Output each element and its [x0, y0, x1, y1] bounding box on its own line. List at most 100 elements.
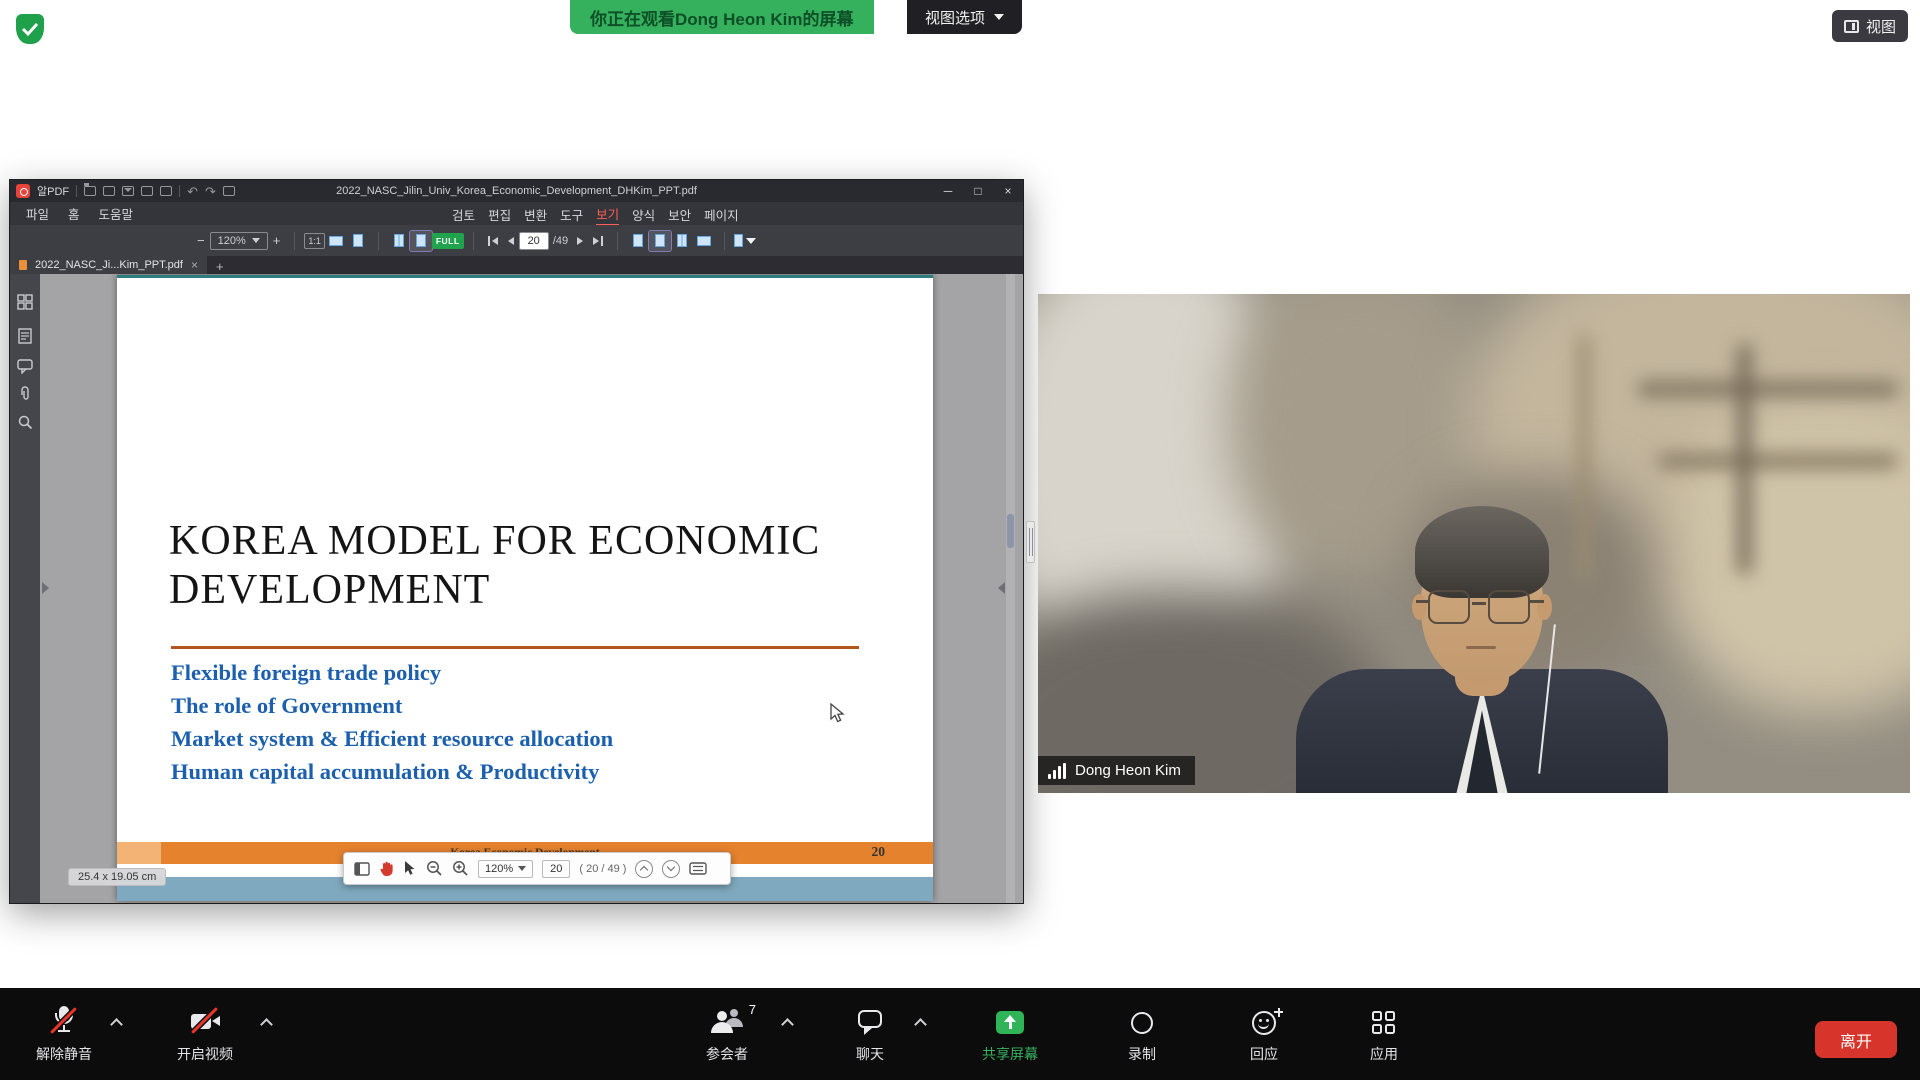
zoom-in-icon[interactable] [452, 860, 469, 877]
view-button[interactable]: 视图 [1832, 10, 1908, 42]
redo-icon[interactable]: ↷ [205, 185, 216, 198]
attachments-icon[interactable] [17, 386, 33, 402]
slide-top-border [117, 275, 933, 278]
slide-title-line1: KOREA MODEL FOR ECONOMIC [169, 517, 820, 566]
record-button[interactable]: 录制 [1100, 1006, 1184, 1064]
zoom-out-icon[interactable] [426, 860, 443, 877]
single-page-mode-button[interactable] [388, 231, 410, 251]
page-number-input[interactable]: 20 [519, 232, 549, 250]
save-icon[interactable] [103, 186, 115, 196]
menu-view-active[interactable]: 보기 [596, 202, 619, 226]
participant-video-feed[interactable]: Dong Heon Kim [1038, 294, 1910, 793]
menu-page[interactable]: 페이지 [704, 203, 739, 225]
start-video-button[interactable]: 开启视频 [150, 1006, 260, 1064]
next-page-button[interactable] [572, 237, 588, 245]
full-screen-button[interactable]: FULL [432, 233, 464, 249]
scrollbar-thumb[interactable] [1007, 514, 1014, 548]
actual-size-button[interactable]: 1:1 [304, 233, 325, 249]
chat-options-chevron[interactable] [914, 1018, 927, 1031]
menu-review[interactable]: 검토 [452, 203, 475, 225]
pdf-menubar: 파일 홈 도움말 검토 편집 변환 도구 보기 양식 보안 페이지 [10, 202, 1023, 225]
menu-edit[interactable]: 편집 [488, 203, 511, 225]
menu-forms[interactable]: 양식 [632, 203, 655, 225]
pdf-titlebar[interactable]: 알PDF ↶ ↷ 2022_NASC_Jilin_Univ_Korea_Econ… [10, 180, 1023, 202]
layout-two-up-button[interactable] [671, 231, 693, 251]
send-icon[interactable] [160, 186, 172, 196]
zoom-in-button[interactable]: + [268, 233, 286, 248]
float-page-indicator: ( 20 / 49 ) [579, 863, 626, 875]
fit-width-button[interactable] [325, 231, 347, 251]
vertical-scrollbar[interactable] [1006, 274, 1015, 903]
slide-bullet: Human capital accumulation & Productivit… [171, 755, 613, 788]
zoom-level-dropdown[interactable]: 120% [210, 232, 268, 250]
apps-icon [1372, 1011, 1396, 1035]
share-screen-button[interactable]: 共享屏幕 [960, 1006, 1060, 1064]
last-page-button[interactable] [588, 236, 608, 246]
video-options-chevron[interactable] [260, 1018, 273, 1031]
pin-icon[interactable] [223, 186, 235, 196]
minimize-button[interactable]: ─ [933, 180, 963, 202]
menu-help[interactable]: 도움말 [99, 202, 134, 225]
maximize-button[interactable]: □ [963, 180, 993, 202]
apps-button[interactable]: 应用 [1342, 1006, 1426, 1064]
chat-button[interactable]: 聊天 [830, 1006, 910, 1064]
collapsed-panel-handle[interactable] [1026, 521, 1035, 563]
email-icon[interactable] [122, 186, 134, 196]
unmute-label: 解除静音 [36, 1044, 92, 1064]
comments-icon[interactable] [17, 358, 33, 374]
document-tab[interactable]: 2022_NASC_Ji...Kim_PPT.pdf × [10, 256, 207, 274]
layout-single-button[interactable] [627, 231, 649, 251]
search-icon[interactable] [17, 414, 33, 430]
previous-page-button[interactable] [503, 237, 519, 245]
undo-icon[interactable]: ↶ [187, 185, 198, 198]
layout-continuous-button[interactable] [649, 231, 671, 251]
menu-tools[interactable]: 도구 [560, 203, 583, 225]
zoom-out-button[interactable]: − [192, 233, 210, 248]
leave-meeting-button[interactable]: 离开 [1815, 1021, 1897, 1058]
print-icon[interactable] [141, 186, 153, 196]
bookmarks-icon[interactable] [17, 328, 33, 344]
next-page-circle-button[interactable] [662, 860, 680, 878]
hand-tool-icon[interactable] [379, 860, 394, 877]
select-tool-icon[interactable] [403, 860, 417, 877]
slide-bullet: The role of Government [171, 689, 613, 722]
float-page-input[interactable]: 20 [542, 860, 570, 878]
sidebar-expand-arrow[interactable] [42, 582, 49, 594]
menu-home[interactable]: 홈 [68, 202, 80, 225]
security-shield-icon[interactable] [16, 14, 44, 44]
video-background-blur [1670, 404, 1910, 714]
panel-collapse-arrow[interactable] [998, 582, 1005, 594]
sidebar-toggle-icon[interactable] [354, 862, 370, 876]
close-button[interactable]: × [993, 180, 1023, 202]
menu-file[interactable]: 파일 [26, 202, 49, 225]
fit-page-button[interactable] [347, 231, 369, 251]
previous-page-circle-button[interactable] [635, 860, 653, 878]
continuous-mode-button[interactable] [410, 231, 432, 251]
view-options-dropdown[interactable]: 视图选项 [907, 0, 1022, 34]
menu-security[interactable]: 보안 [668, 203, 691, 225]
first-page-button[interactable] [483, 236, 503, 246]
thumbnails-icon[interactable] [17, 294, 33, 310]
reactions-button[interactable]: 回应 [1222, 1006, 1306, 1064]
layout-grid-button[interactable] [693, 231, 715, 251]
keyboard-icon[interactable] [689, 862, 707, 875]
participants-options-chevron[interactable] [781, 1018, 794, 1031]
float-zoom-dropdown[interactable]: 120% [478, 860, 533, 878]
bookshelf-blur [1578, 334, 1590, 584]
tab-close-button[interactable]: × [191, 258, 198, 272]
screen-share-banner-text: 你正在观看Dong Heon Kim的屏幕 [590, 5, 854, 30]
open-folder-icon[interactable] [84, 186, 96, 196]
rotate-dropdown-button[interactable] [734, 231, 756, 251]
chevron-down-icon [252, 238, 260, 243]
unmute-button[interactable]: 解除静音 [14, 1006, 114, 1064]
new-tab-button[interactable]: + [207, 259, 233, 274]
slide-divider [171, 646, 859, 649]
participant-name: Dong Heon Kim [1075, 762, 1181, 779]
divider [179, 185, 180, 197]
chevron-down-icon [994, 14, 1004, 20]
leave-label: 离开 [1840, 1028, 1872, 1052]
participants-button[interactable]: 7 参会者 [672, 1006, 782, 1064]
slide-page: KOREA MODEL FOR ECONOMIC DEVELOPMENT Fle… [117, 275, 933, 901]
single-page-icon [394, 234, 404, 247]
menu-convert[interactable]: 변환 [524, 203, 547, 225]
